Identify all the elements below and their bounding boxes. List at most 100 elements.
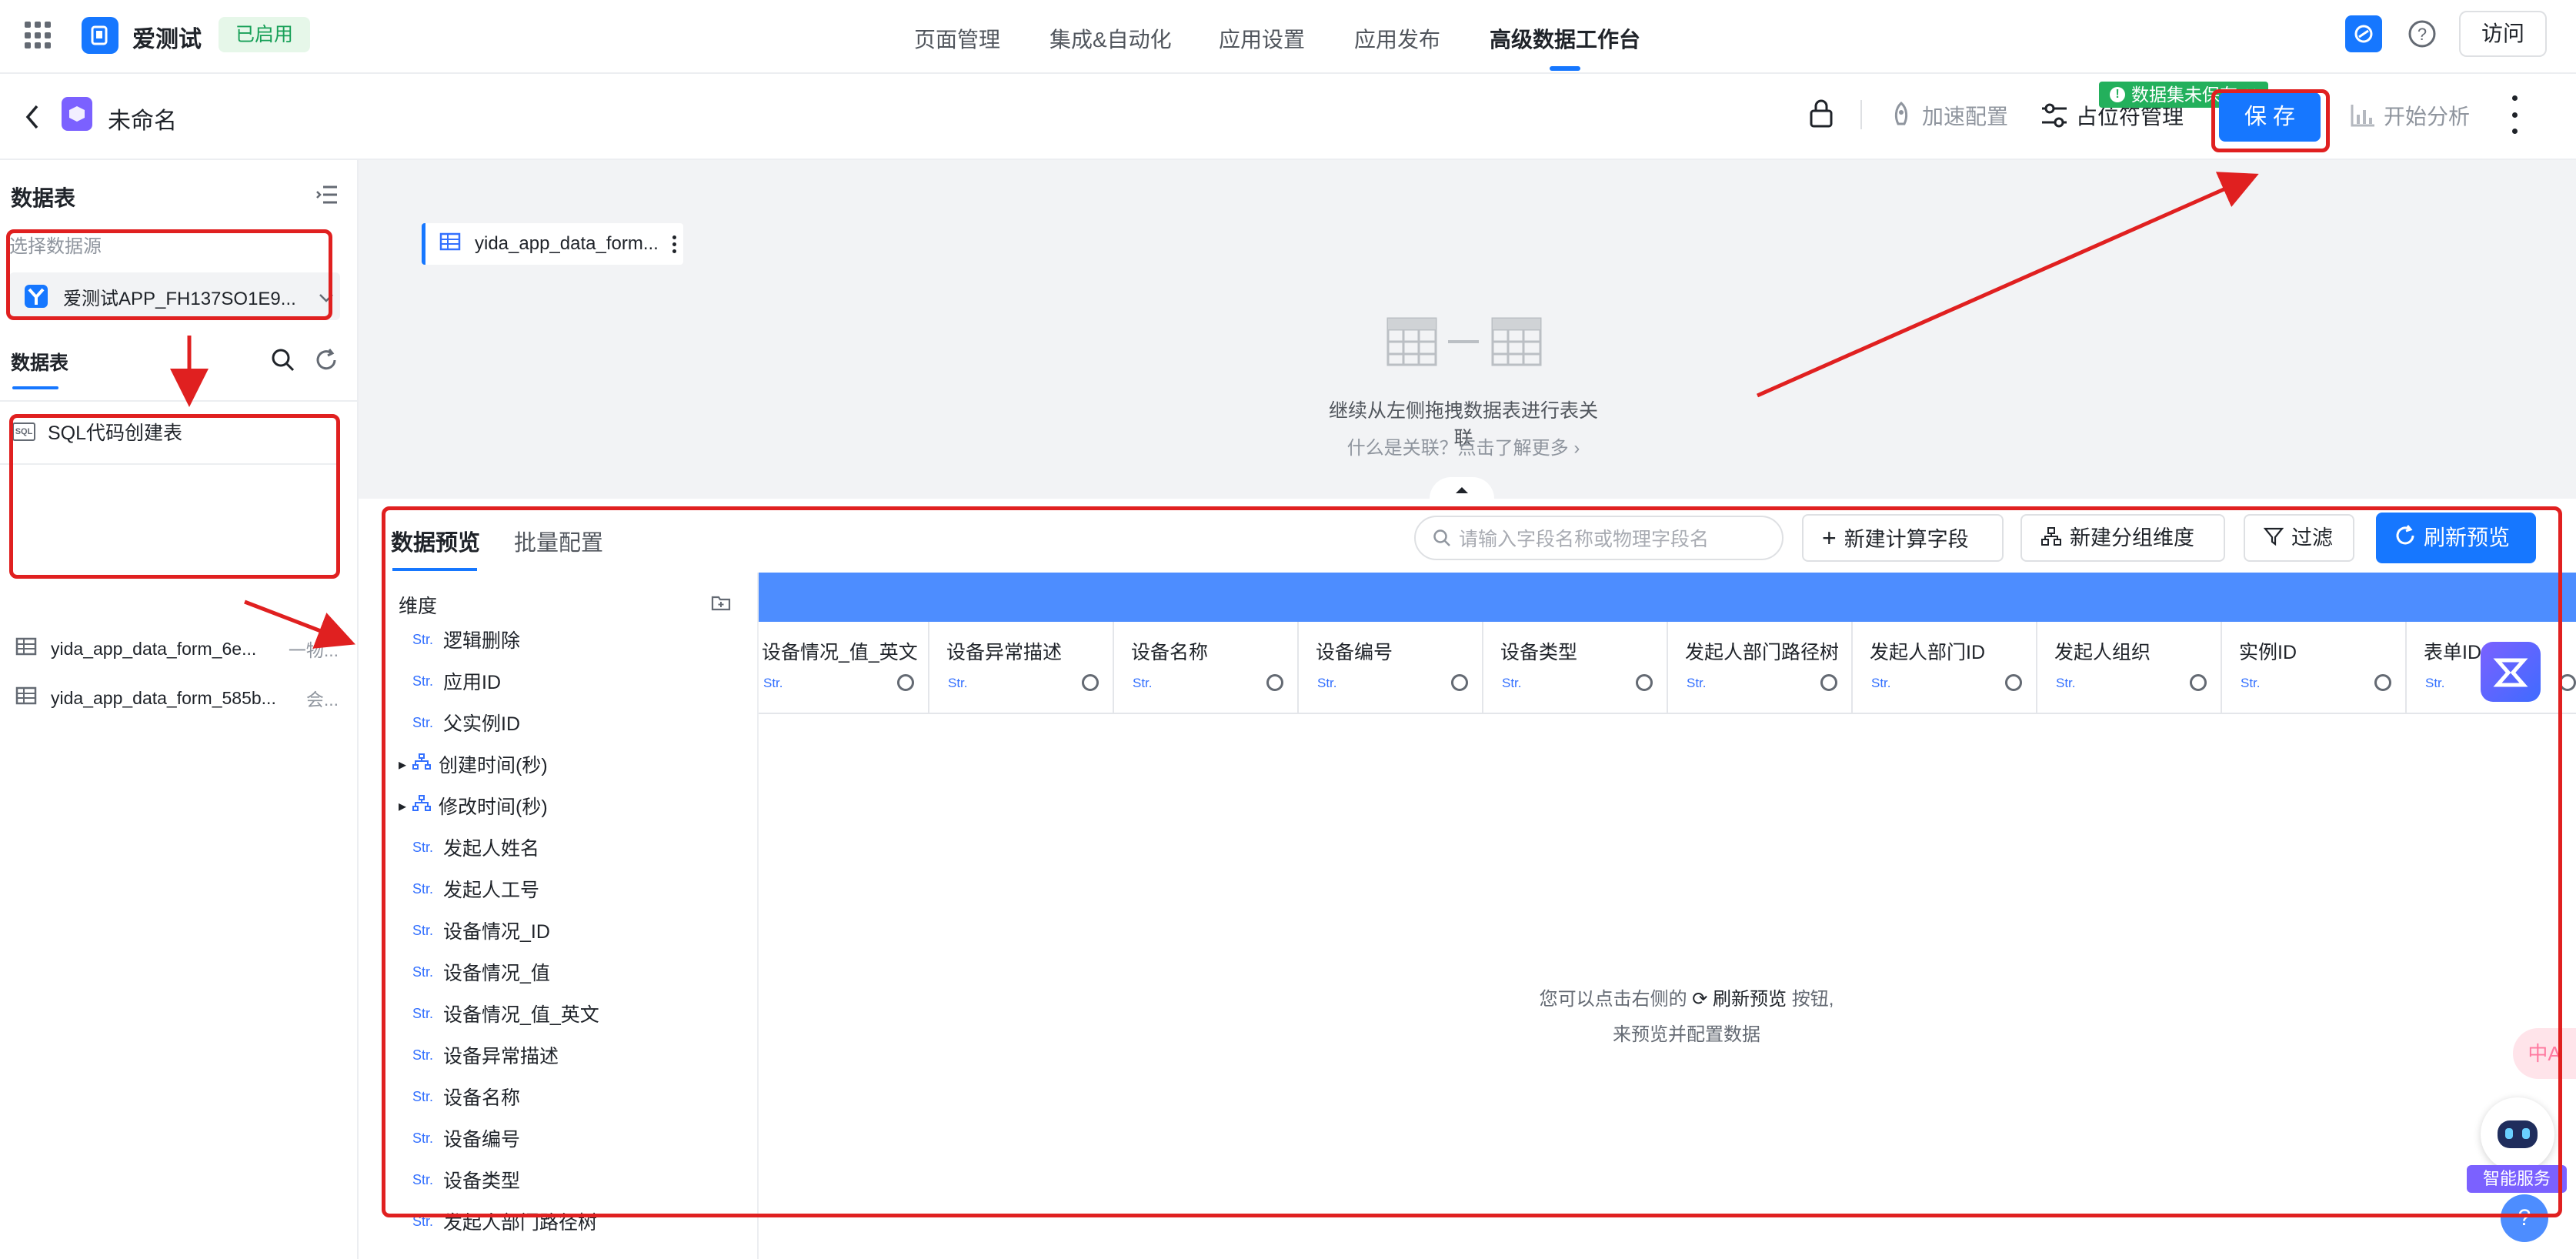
- bar-chart-icon: [2351, 105, 2374, 127]
- help-float-icon[interactable]: ?: [2501, 1194, 2548, 1242]
- gear-icon[interactable]: [1451, 674, 1468, 691]
- string-type-icon: Str.: [412, 714, 434, 730]
- service-bot-icon[interactable]: [2481, 1097, 2554, 1171]
- dataset-title[interactable]: 未命名: [108, 102, 177, 135]
- plus-icon: +: [1822, 524, 1837, 552]
- dimension-field[interactable]: Str. 逻辑删除: [399, 619, 520, 660]
- collapse-toggle[interactable]: [1430, 477, 1494, 499]
- gear-icon[interactable]: [2559, 674, 2576, 691]
- table-item-label: yida_app_data_form_6e...: [51, 638, 257, 659]
- string-type-icon: Str.: [412, 1047, 434, 1063]
- string-type-icon: Str.: [948, 676, 968, 690]
- refresh-icon: [2394, 514, 2416, 565]
- table-item-1[interactable]: yida_app_data_form_6e... 一物...: [15, 631, 339, 666]
- expand-caret-icon[interactable]: ▸: [399, 796, 406, 816]
- tab-batch-config[interactable]: 批量配置: [514, 525, 603, 557]
- refresh-icon[interactable]: [314, 348, 339, 378]
- lock-icon[interactable]: [1808, 99, 1834, 135]
- nav-integration[interactable]: 集成&自动化: [1049, 23, 1172, 54]
- new-group-dimension-button[interactable]: 新建分组维度: [2020, 514, 2225, 562]
- dimension-field[interactable]: Str. 设备类型: [399, 1159, 520, 1201]
- column-header[interactable]: 实例ID Str.: [2222, 622, 2407, 713]
- datasource-value: 爱测试APP_FH137SO1E9...: [63, 288, 296, 309]
- gear-icon[interactable]: [1636, 674, 1653, 691]
- dimension-field[interactable]: Str. 父实例ID: [399, 702, 520, 743]
- field-search-input[interactable]: 请输入字段名称或物理字段名: [1414, 516, 1784, 560]
- add-folder-icon[interactable]: [711, 593, 731, 616]
- dimension-field[interactable]: ▸ 修改时间(秒): [399, 785, 548, 827]
- column-header[interactable]: 设备异常描述 Str.: [929, 622, 1114, 713]
- nav-app-publish[interactable]: 应用发布: [1354, 23, 1440, 54]
- nav-data-workbench[interactable]: 高级数据工作台: [1490, 23, 1640, 54]
- start-analysis-button[interactable]: 开始分析: [2350, 100, 2470, 131]
- nav-app-settings[interactable]: 应用设置: [1219, 23, 1305, 54]
- dimension-field-label: 设备情况_值: [443, 963, 550, 984]
- more-vertical-icon[interactable]: [672, 235, 676, 253]
- help-icon[interactable]: ?: [2404, 15, 2441, 52]
- preview-panel: 数据预览 批量配置 请输入字段名称或物理字段名 + 新建计算字段 新建分组维度 过…: [359, 499, 2576, 1259]
- dimension-field[interactable]: Str. 设备情况_值_英文: [399, 993, 599, 1034]
- smart-service-label[interactable]: 智能服务: [2467, 1165, 2567, 1193]
- column-header[interactable]: 设备类型 Str.: [1483, 622, 1668, 713]
- gear-icon[interactable]: [2190, 674, 2207, 691]
- dimension-field-label: 设备异常描述: [443, 1046, 559, 1067]
- tables-tab[interactable]: 数据表: [11, 348, 68, 376]
- column-header[interactable]: 设备名称 Str.: [1114, 622, 1299, 713]
- translate-icon[interactable]: 中A: [2513, 1028, 2576, 1079]
- column-header[interactable]: 设备编号 Str.: [1299, 622, 1483, 713]
- join-help-link[interactable]: 什么是关联？点击了解更多 ›: [1325, 432, 1602, 459]
- dataset-icon: [62, 97, 92, 131]
- tab-data-preview[interactable]: 数据预览: [391, 525, 480, 557]
- apps-grid-icon[interactable]: [25, 22, 52, 49]
- search-icon[interactable]: [271, 348, 295, 378]
- gear-icon[interactable]: [2005, 674, 2022, 691]
- table-item-2[interactable]: yida_app_data_form_585b... 会...: [15, 680, 339, 716]
- column-header[interactable]: 设备情况_值_英文 Str.: [759, 622, 929, 713]
- dimension-field-label: 逻辑删除: [443, 630, 521, 652]
- column-header-title: 设备名称: [1131, 642, 1209, 663]
- sliders-icon: [2042, 103, 2067, 128]
- column-header[interactable]: 发起人部门ID Str.: [1853, 622, 2037, 713]
- expand-caret-icon[interactable]: ▸: [399, 755, 406, 774]
- table-node[interactable]: yida_app_data_form...: [422, 223, 683, 265]
- string-type-icon: Str.: [763, 676, 783, 690]
- dimension-field-label: 设备情况_值_英文: [443, 1004, 599, 1026]
- dimension-field-label: 创建时间(秒): [439, 755, 548, 776]
- table-item-sql[interactable]: SQL SQL代码创建表: [12, 412, 343, 451]
- collapse-list-icon[interactable]: [315, 185, 339, 210]
- dimension-field[interactable]: Str. 设备情况_值: [399, 951, 550, 993]
- refresh-preview-link[interactable]: ⟳ 刷新预览: [1692, 989, 1787, 1010]
- dimension-field[interactable]: Str. 发起人工号: [399, 868, 539, 910]
- dimension-field[interactable]: Str. 设备名称: [399, 1076, 520, 1117]
- column-header[interactable]: 发起人组织 Str.: [2037, 622, 2222, 713]
- dimension-field[interactable]: Str. 应用ID: [399, 660, 501, 702]
- ai-assistant-icon[interactable]: [2481, 642, 2541, 702]
- gear-icon[interactable]: [897, 674, 914, 691]
- gear-icon[interactable]: [1266, 674, 1283, 691]
- filter-button[interactable]: 过滤: [2244, 514, 2354, 562]
- visit-button[interactable]: 访问: [2459, 11, 2547, 57]
- column-header[interactable]: 发起人部门路径树 Str.: [1668, 622, 1853, 713]
- sql-icon: SQL: [12, 422, 35, 441]
- dimension-field[interactable]: Str. 发起人部门路径树: [399, 1201, 597, 1242]
- refresh-preview-label: 刷新预览: [2424, 526, 2511, 549]
- dimension-field[interactable]: Str. 设备异常描述: [399, 1034, 559, 1076]
- back-icon[interactable]: [23, 103, 42, 136]
- dimension-field[interactable]: ▸ 创建时间(秒): [399, 743, 548, 785]
- gear-icon[interactable]: [1082, 674, 1099, 691]
- datasource-select[interactable]: 爱测试APP_FH137SO1E9...: [9, 272, 340, 320]
- nav-page-management[interactable]: 页面管理: [914, 23, 1000, 54]
- save-button[interactable]: 保 存: [2219, 92, 2321, 142]
- filter-label: 过滤: [2291, 526, 2333, 549]
- gear-icon[interactable]: [1820, 674, 1837, 691]
- new-calc-field-button[interactable]: + 新建计算字段: [1802, 514, 2004, 562]
- more-vertical-icon[interactable]: [2508, 95, 2521, 134]
- join-canvas[interactable]: yida_app_data_form... 继续从左侧拖拽数据表进行表关联 什么…: [359, 160, 2576, 499]
- refresh-preview-button[interactable]: 刷新预览: [2376, 513, 2536, 563]
- gear-icon[interactable]: [2374, 674, 2391, 691]
- dimension-field[interactable]: Str. 设备编号: [399, 1117, 520, 1159]
- accelerate-config-button[interactable]: 加速配置: [1888, 100, 2008, 131]
- dimension-field[interactable]: Str. 设备情况_ID: [399, 910, 550, 951]
- dimension-field[interactable]: Str. 发起人姓名: [399, 827, 539, 868]
- notification-icon[interactable]: [2345, 15, 2382, 52]
